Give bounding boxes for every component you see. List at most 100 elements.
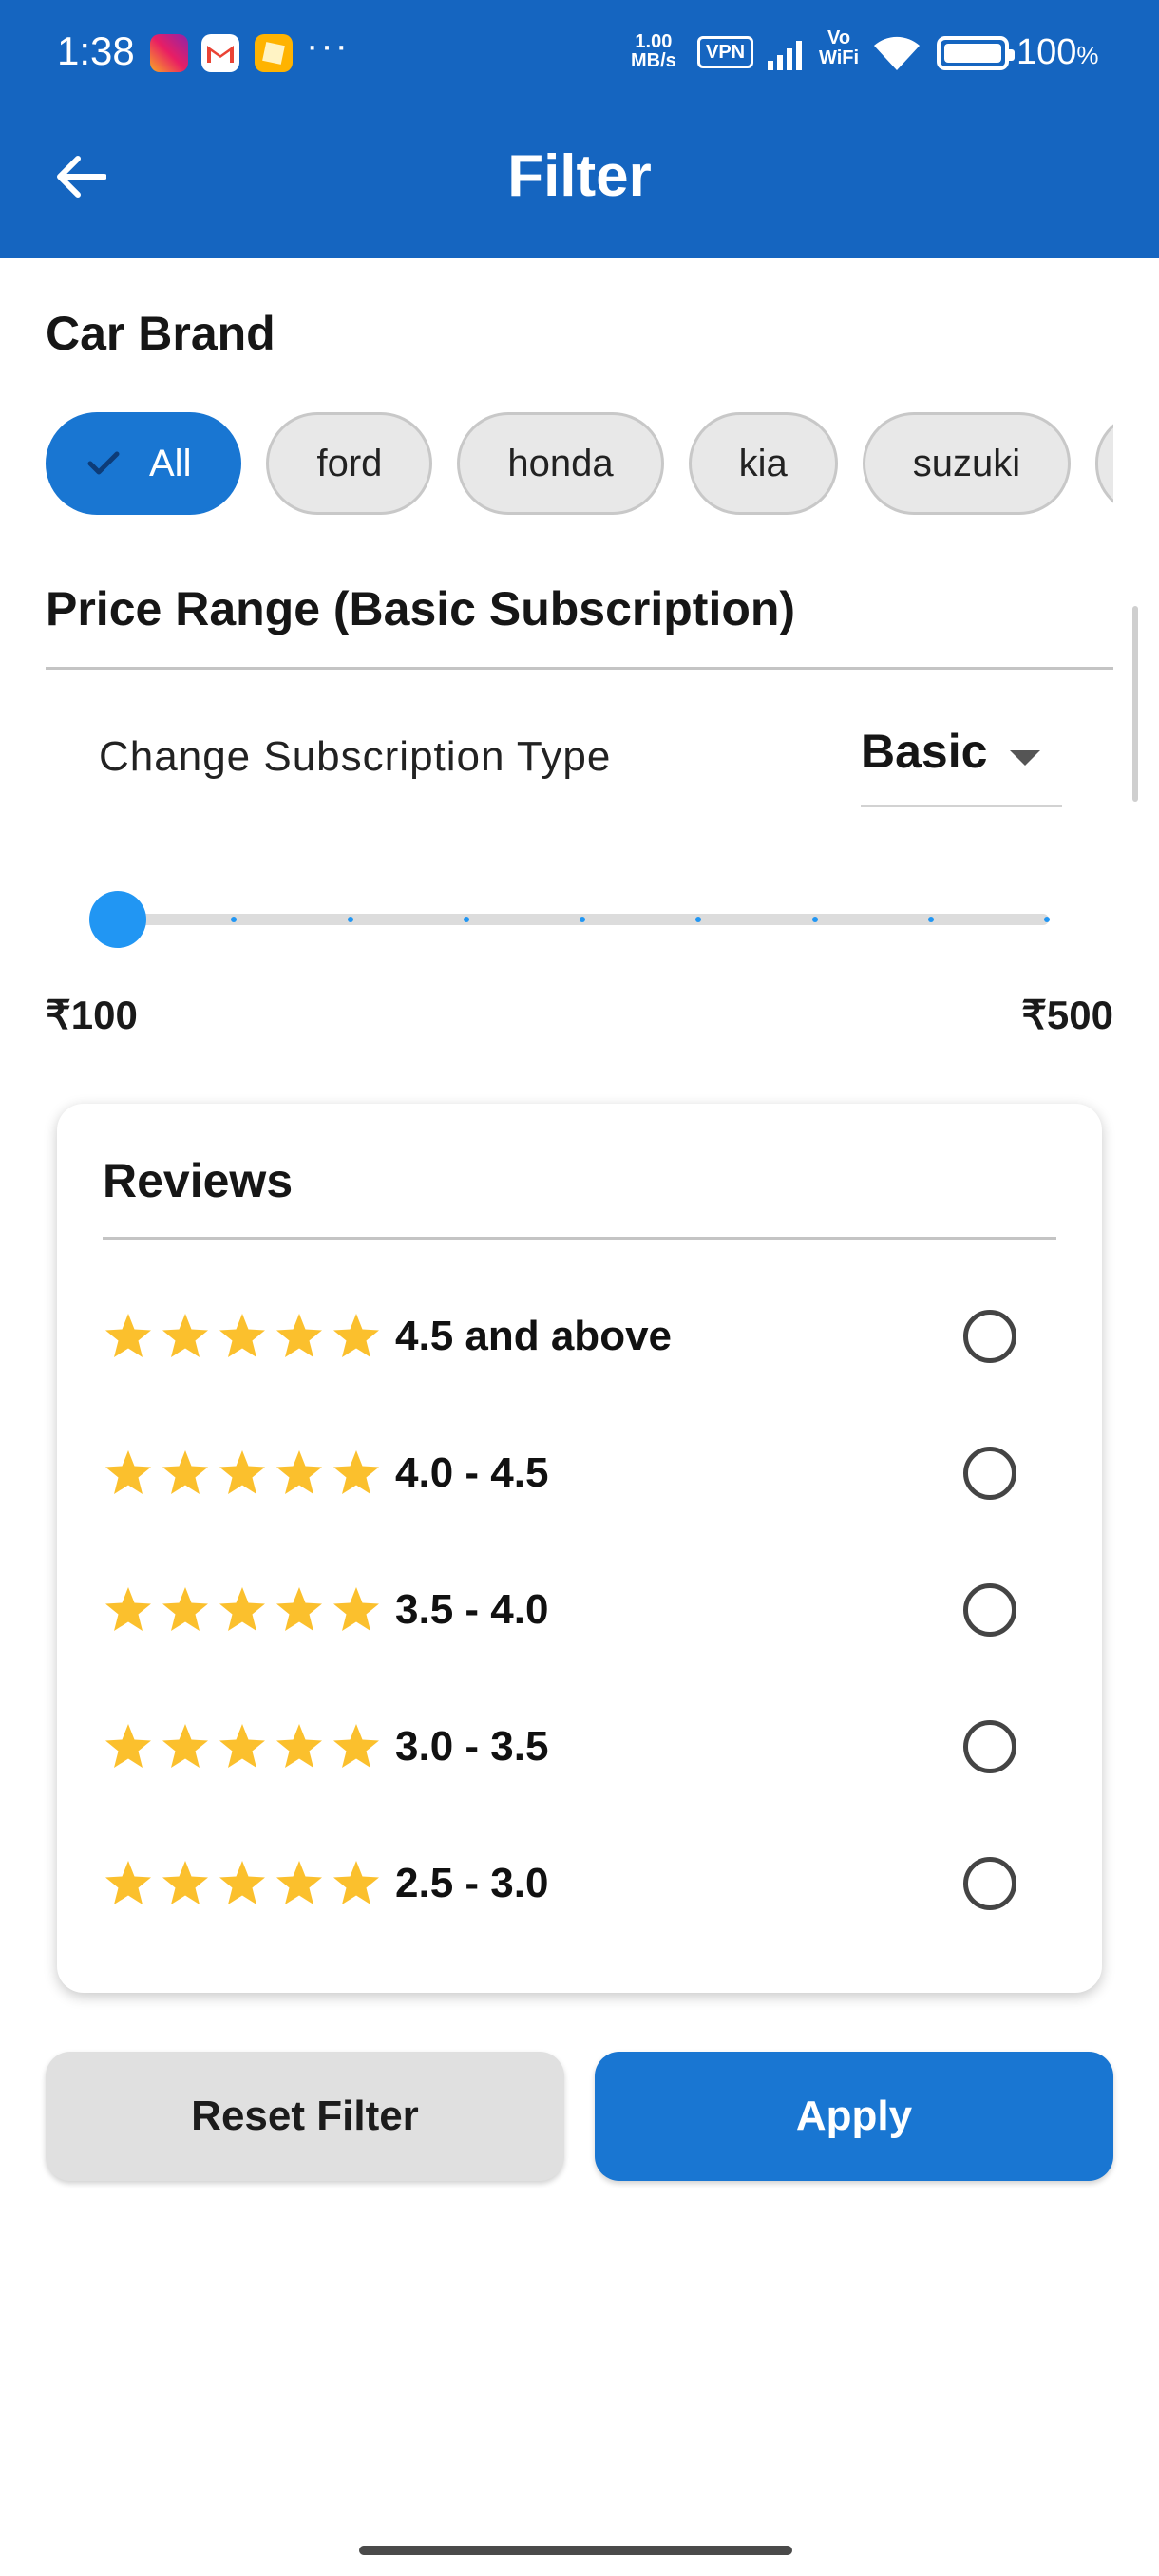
- instagram-icon: [150, 34, 188, 72]
- star-icon: [276, 1314, 322, 1357]
- brand-chip-more[interactable]: [1095, 412, 1113, 515]
- star-rating: [103, 1584, 382, 1636]
- dropdown-caret-icon: [1010, 750, 1041, 766]
- star-icon: [333, 1724, 379, 1768]
- star-icon: [162, 1724, 208, 1768]
- vowifi-bottom: WiFi: [819, 47, 860, 68]
- slider-thumb[interactable]: [89, 891, 146, 948]
- reviews-card: Reviews 4.5 and above 4.0 - 4.5 3.5 - 4.0 3…: [57, 1104, 1102, 1993]
- star-icon: [162, 1587, 208, 1631]
- app-bar: 1:38 ··· 1.00 MB/s VPN Vo WiFi 100% Filt…: [0, 0, 1159, 258]
- vowifi-icon: Vo WiFi: [819, 28, 859, 68]
- more-notifications-icon: ···: [306, 25, 350, 66]
- brand-chip-ford[interactable]: ford: [266, 412, 433, 515]
- review-radio-button[interactable]: [963, 1857, 1016, 1910]
- star-icon: [105, 1587, 151, 1631]
- star-icon: [105, 1450, 151, 1494]
- star-icon: [219, 1314, 265, 1357]
- price-range-title: Price Range (Basic Subscription): [46, 582, 796, 635]
- signal-icon: [768, 41, 802, 70]
- wifi-icon: [874, 36, 920, 70]
- review-option-label: 4.0 - 4.5: [395, 1449, 549, 1496]
- subscription-type-label: Change Subscription Type: [99, 733, 612, 780]
- page-title: Filter: [507, 143, 652, 209]
- network-speed-value: 1.00: [635, 31, 673, 52]
- review-radio-button[interactable]: [963, 1583, 1016, 1637]
- network-speed-unit: MB/s: [631, 50, 676, 71]
- review-option-label: 3.5 - 4.0: [395, 1586, 549, 1633]
- review-option-row[interactable]: 4.5 and above: [103, 1284, 1056, 1389]
- reviews-title: Reviews: [103, 1154, 294, 1207]
- review-option-row[interactable]: 4.0 - 4.5: [103, 1421, 1056, 1525]
- brand-chip-label: honda: [507, 442, 614, 484]
- apply-button[interactable]: Apply: [595, 2052, 1113, 2181]
- brand-chip-label: ford: [316, 442, 383, 484]
- price-min-label: ₹100: [46, 993, 138, 1037]
- slider-tick: [927, 917, 934, 922]
- reviews-divider: [103, 1237, 1056, 1240]
- checkmark-icon: [87, 451, 120, 475]
- star-icon: [162, 1861, 208, 1904]
- battery-icon: [937, 36, 1015, 70]
- star-icon: [219, 1450, 265, 1494]
- status-time: 1:38: [57, 28, 135, 73]
- scrollbar[interactable]: [1132, 606, 1138, 802]
- star-icon: [219, 1724, 265, 1768]
- home-indicator[interactable]: [359, 2546, 792, 2555]
- review-option-row[interactable]: 2.5 - 3.0: [103, 1831, 1056, 1936]
- review-option-label: 2.5 - 3.0: [395, 1860, 549, 1906]
- status-bar: 1:38 ··· 1.00 MB/s VPN Vo WiFi 100%: [0, 0, 1159, 106]
- star-icon: [276, 1587, 322, 1631]
- star-icon: [162, 1314, 208, 1357]
- vowifi-top: Vo: [826, 28, 851, 48]
- brand-chip-kia[interactable]: kia: [688, 412, 838, 515]
- star-rating: [103, 1448, 382, 1499]
- review-radio-button[interactable]: [963, 1720, 1016, 1773]
- review-option-label: 3.0 - 3.5: [395, 1723, 549, 1770]
- price-range-slider[interactable]: [89, 891, 1050, 948]
- price-range-divider: [46, 667, 1113, 670]
- star-icon: [162, 1450, 208, 1494]
- review-radio-button[interactable]: [963, 1310, 1016, 1363]
- brand-chip-label: All: [149, 442, 192, 484]
- review-option-row[interactable]: 3.5 - 4.0: [103, 1558, 1056, 1662]
- brand-chip-honda[interactable]: honda: [457, 412, 664, 515]
- star-icon: [333, 1587, 379, 1631]
- gmail-icon: [201, 34, 239, 72]
- battery-percent: 100%: [1016, 32, 1099, 72]
- car-brand-title: Car Brand: [46, 307, 276, 360]
- review-option-row[interactable]: 3.0 - 3.5: [103, 1695, 1056, 1799]
- star-icon: [276, 1861, 322, 1904]
- brand-chip-all[interactable]: All: [46, 412, 242, 515]
- star-icon: [276, 1450, 322, 1494]
- star-icon: [333, 1314, 379, 1357]
- star-icon: [105, 1724, 151, 1768]
- subscription-type-dropdown[interactable]: Basic: [861, 724, 1062, 807]
- brand-chip-label: kia: [738, 442, 788, 484]
- slider-tick: [347, 917, 353, 922]
- price-max-label: ₹500: [1021, 993, 1113, 1037]
- star-icon: [105, 1314, 151, 1357]
- network-speed: 1.00 MB/s: [631, 32, 676, 70]
- notes-icon: [255, 34, 293, 72]
- reset-filter-button[interactable]: Reset Filter: [46, 2052, 564, 2181]
- star-rating: [103, 1311, 382, 1362]
- star-icon: [333, 1450, 379, 1494]
- slider-tick: [463, 917, 469, 922]
- brand-chip-label: suzuki: [912, 442, 1021, 484]
- subscription-type-value: Basic: [861, 725, 988, 778]
- star-icon: [219, 1861, 265, 1904]
- star-rating: [103, 1721, 382, 1772]
- brand-chip-list: All ford honda kia suzuki: [46, 412, 1113, 515]
- review-radio-button[interactable]: [963, 1447, 1016, 1500]
- slider-tick: [811, 917, 818, 922]
- slider-tick: [580, 917, 585, 922]
- star-icon: [105, 1861, 151, 1904]
- star-icon: [219, 1587, 265, 1631]
- star-icon: [333, 1861, 379, 1904]
- slider-tick: [1044, 917, 1050, 922]
- star-icon: [276, 1724, 322, 1768]
- star-rating: [103, 1858, 382, 1909]
- brand-chip-suzuki[interactable]: suzuki: [862, 412, 1072, 515]
- vpn-icon: VPN: [697, 36, 754, 68]
